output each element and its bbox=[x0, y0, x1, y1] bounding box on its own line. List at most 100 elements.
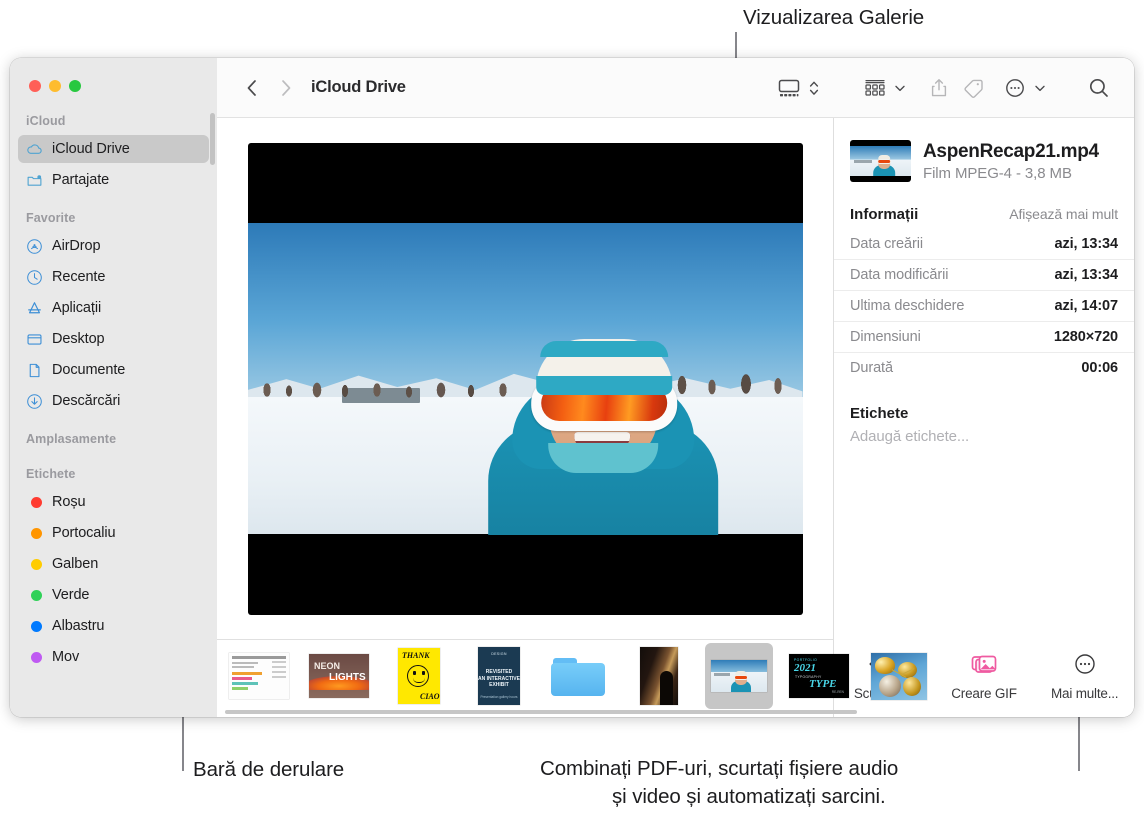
finder-window: iCloud iCloud Drive Partajate Favorite A… bbox=[10, 58, 1134, 717]
group-items-button[interactable] bbox=[858, 73, 892, 103]
group-controls bbox=[858, 73, 908, 103]
filmstrip-item[interactable] bbox=[625, 643, 693, 709]
clock-icon bbox=[26, 269, 43, 286]
sidebar-item-label: Albastru bbox=[52, 618, 105, 634]
filmstrip-item[interactable]: DESIGN REVISITED AN INTERACTIVE EXHIBIT Pr… bbox=[465, 643, 533, 709]
back-button[interactable] bbox=[235, 73, 269, 103]
group-chevron-button[interactable] bbox=[892, 78, 908, 98]
filmstrip-item[interactable] bbox=[225, 643, 293, 709]
preview-area bbox=[217, 118, 833, 639]
tag-dot-icon bbox=[26, 587, 43, 604]
metadata-value: azi, 13:34 bbox=[1054, 236, 1119, 252]
share-button[interactable] bbox=[922, 73, 956, 103]
metadata-row: Ultima deschidere azi, 14:07 bbox=[834, 291, 1134, 322]
quick-action-more[interactable]: Mai multe... bbox=[1045, 651, 1124, 701]
sidebar-item-label: iCloud Drive bbox=[52, 141, 130, 157]
sidebar-item-label: Partajate bbox=[52, 172, 110, 188]
content-area: NEON LIGHTS THANK CIAO DESIGN REVISITED … bbox=[217, 118, 1134, 717]
screenshot-root: Vizualizarea Galerie Bară de derulare Co… bbox=[0, 0, 1144, 827]
sidebar-item-tag-verde[interactable]: Verde bbox=[18, 581, 209, 609]
main-area: iCloud Drive NEON LIGHTS THANK CIAO DESI… bbox=[217, 58, 1134, 717]
info-section-title: Informații bbox=[850, 206, 919, 223]
shared-folder-icon bbox=[26, 172, 43, 189]
metadata-key: Data creării bbox=[850, 236, 923, 252]
gallery-view-icon bbox=[778, 79, 800, 96]
document-icon bbox=[26, 362, 43, 379]
sidebar-item-partajate[interactable]: Partajate bbox=[18, 166, 209, 194]
search-button[interactable] bbox=[1082, 73, 1116, 103]
more-button[interactable] bbox=[998, 73, 1032, 103]
view-controls bbox=[772, 73, 822, 103]
window-controls bbox=[10, 58, 217, 92]
quick-action-create-gif[interactable]: Creare GIF bbox=[945, 651, 1024, 701]
show-more-link[interactable]: Afișează mai mult bbox=[1009, 206, 1118, 222]
zoom-button[interactable] bbox=[69, 80, 81, 92]
filmstrip-item[interactable]: NEON LIGHTS bbox=[305, 643, 373, 709]
sidebar-item-label: Mov bbox=[52, 649, 80, 665]
sidebar-item-tag-galben[interactable]: Galben bbox=[18, 550, 209, 578]
callout-gallery-view: Vizualizarea Galerie bbox=[743, 6, 925, 29]
file-name: AspenRecap21.mp4 bbox=[923, 140, 1099, 162]
portfolio-2021-thumbnail: PORTFOLIO 2021 TYPOGRAPHY TYPE RE-REN bbox=[789, 654, 849, 698]
filmstrip-item[interactable]: THANK CIAO! bbox=[385, 643, 453, 709]
tags-title: Etichete bbox=[850, 405, 909, 422]
preview-frame[interactable] bbox=[247, 142, 803, 615]
file-kind: Film MPEG-4 - 3,8 MB bbox=[923, 164, 1072, 182]
filmstrip-item[interactable] bbox=[865, 643, 933, 709]
sidebar-item-aplicatii[interactable]: Aplicații bbox=[18, 294, 209, 322]
desktop-icon bbox=[26, 331, 43, 348]
sidebar-header-favorite: Favorite bbox=[26, 211, 76, 225]
metadata-key: Ultima deschidere bbox=[850, 298, 965, 314]
callout-line-scrollbar bbox=[182, 716, 184, 771]
metadata-key: Dimensiuni bbox=[850, 329, 921, 345]
filmstrip-item[interactable]: PORTFOLIO 2021 TYPOGRAPHY TYPE RE-REN bbox=[785, 643, 853, 709]
sidebar-item-descarcari[interactable]: Descărcări bbox=[18, 387, 209, 415]
sidebar-item-label: Galben bbox=[52, 556, 99, 572]
gallery-view-button[interactable] bbox=[772, 73, 806, 103]
sidebar-item-tag-portocaliu[interactable]: Portocaliu bbox=[18, 519, 209, 547]
metadata-value: azi, 13:34 bbox=[1054, 267, 1119, 283]
sidebar-item-airdrop[interactable]: AirDrop bbox=[18, 232, 209, 260]
close-button[interactable] bbox=[29, 80, 41, 92]
chart-document-thumbnail bbox=[229, 653, 289, 699]
metadata-key: Durată bbox=[850, 360, 893, 376]
video-preview-image bbox=[247, 222, 803, 535]
folder-thumbnail bbox=[551, 654, 607, 698]
filmstrip-item[interactable] bbox=[705, 643, 773, 709]
more-chevron-button[interactable] bbox=[1032, 78, 1048, 98]
sidebar-item-recente[interactable]: Recente bbox=[18, 263, 209, 291]
filmstrip-item[interactable] bbox=[545, 643, 613, 709]
sidebar-scrollbar[interactable] bbox=[210, 113, 215, 165]
downloads-icon bbox=[26, 393, 43, 410]
tag-dot-icon bbox=[26, 525, 43, 542]
info-panel: AspenRecap21.mp4 Film MPEG-4 - 3,8 MB In… bbox=[834, 118, 1134, 717]
sidebar-item-label: Verde bbox=[52, 587, 90, 603]
more-circle-icon bbox=[1073, 651, 1097, 677]
callout-quick-actions-line1: Combinați PDF-uri, scurtați fișiere audi… bbox=[540, 757, 899, 780]
sidebar-item-desktop[interactable]: Desktop bbox=[18, 325, 209, 353]
sidebar-item-label: Recente bbox=[52, 269, 106, 285]
sidebar-header-etichete: Etichete bbox=[26, 467, 76, 481]
tag-button[interactable] bbox=[956, 73, 990, 103]
thank-you-poster-thumbnail: THANK CIAO! bbox=[398, 648, 440, 704]
minimize-button[interactable] bbox=[49, 80, 61, 92]
view-stepper-button[interactable] bbox=[806, 78, 822, 98]
silhouette-photo-thumbnail bbox=[640, 647, 678, 705]
metadata-value: azi, 14:07 bbox=[1054, 298, 1119, 314]
sidebar-item-tag-albastru[interactable]: Albastru bbox=[18, 612, 209, 640]
forward-button[interactable] bbox=[269, 73, 303, 103]
sidebar-item-icloud-drive[interactable]: iCloud Drive bbox=[18, 135, 209, 163]
sidebar-item-documente[interactable]: Documente bbox=[18, 356, 209, 384]
sidebar-item-tag-mov[interactable]: Mov bbox=[18, 643, 209, 671]
sidebar-item-tag-rosu[interactable]: Roșu bbox=[18, 488, 209, 516]
create-gif-icon bbox=[969, 651, 999, 677]
filmstrip-scrollbar[interactable] bbox=[225, 710, 857, 714]
chevron-left-icon bbox=[247, 79, 256, 96]
exhibit-poster-thumbnail: DESIGN REVISITED AN INTERACTIVE EXHIBIT Pr… bbox=[478, 647, 520, 705]
chevron-up-down-icon bbox=[809, 81, 819, 95]
tags-input[interactable]: Adaugă etichete... bbox=[834, 428, 1134, 445]
cloud-icon bbox=[26, 141, 43, 158]
quick-action-label: Mai multe... bbox=[1050, 686, 1119, 701]
sidebar: iCloud iCloud Drive Partajate Favorite A… bbox=[10, 58, 217, 717]
more-circle-icon bbox=[1006, 78, 1024, 97]
